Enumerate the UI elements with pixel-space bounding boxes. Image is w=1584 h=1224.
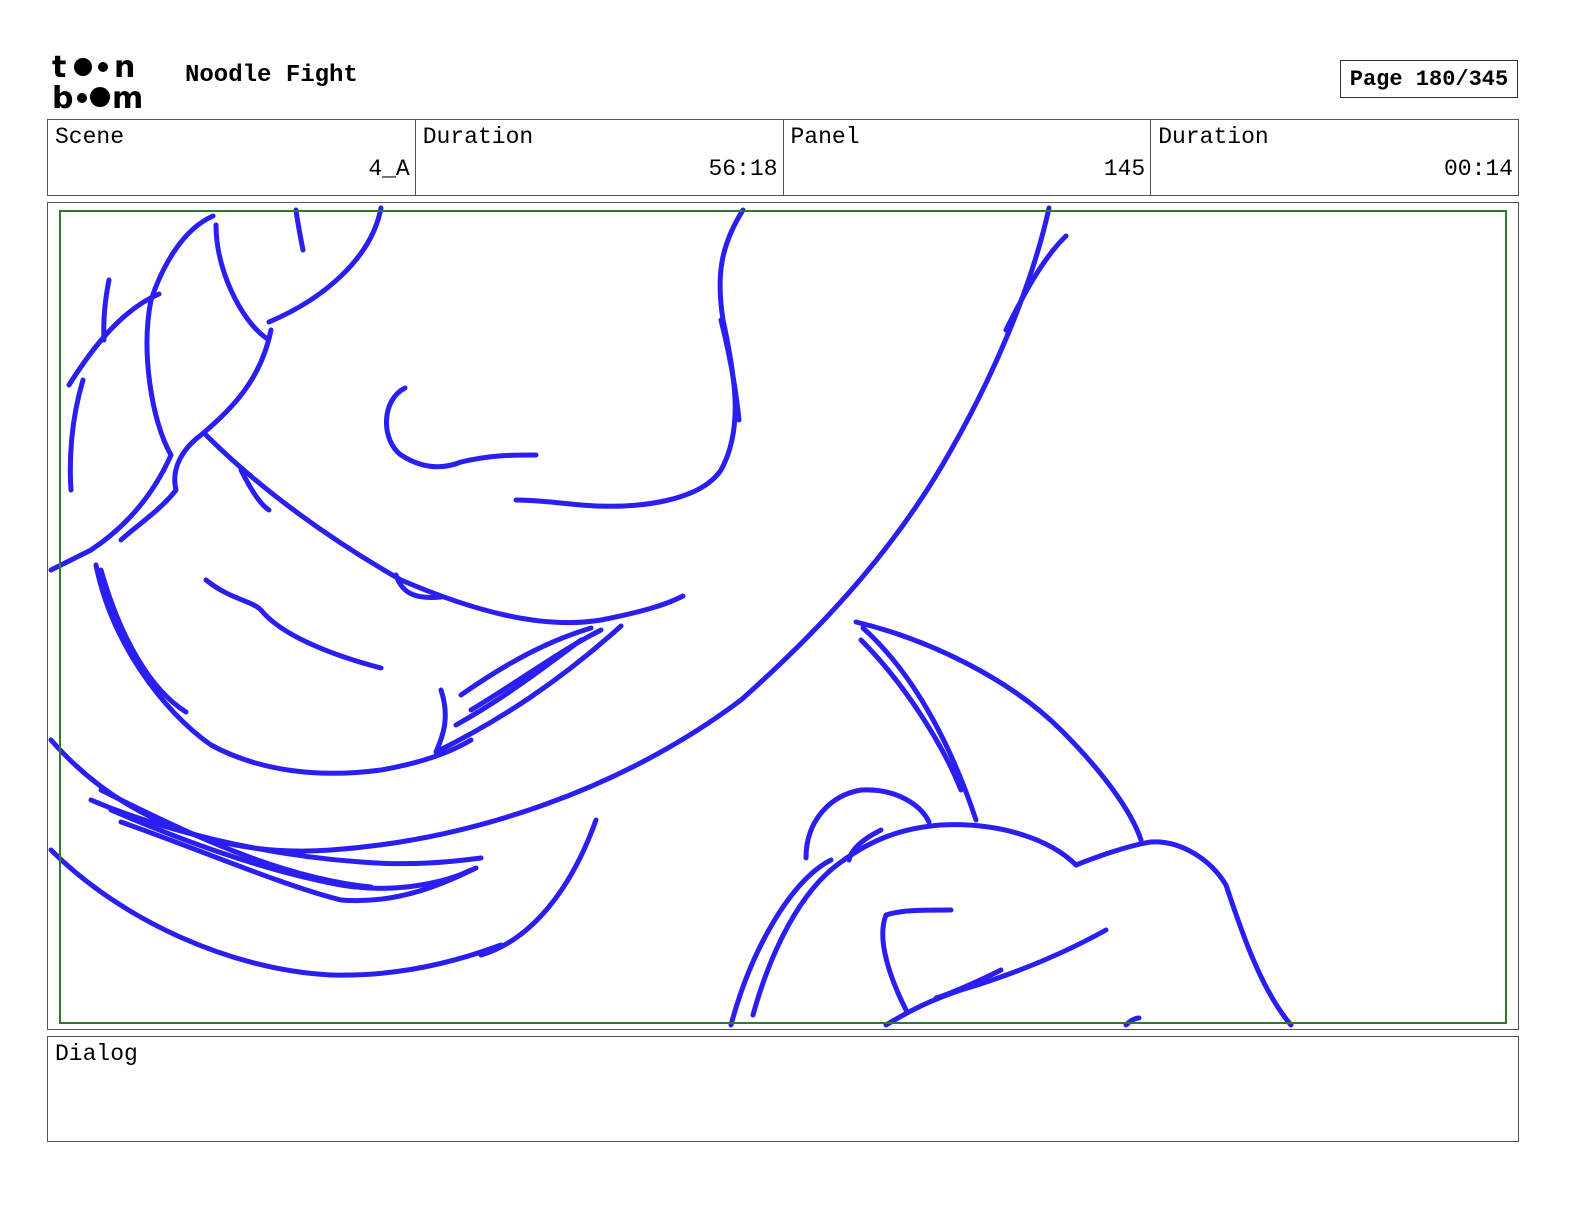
panel-image-frame (47, 202, 1519, 1030)
scene-duration-value: 56:18 (708, 156, 778, 182)
safe-area-guide (59, 210, 1507, 1024)
dialog-box: Dialog (47, 1036, 1519, 1142)
panel-value: 145 (1103, 156, 1146, 182)
panel-info-row: Scene 4_A Duration 56:18 Panel 145 Durat… (47, 119, 1519, 196)
panel-label: Panel (790, 124, 860, 150)
panel-duration-label: Duration (1158, 124, 1269, 150)
scene-duration-label: Duration (422, 124, 534, 150)
toon-boom-logo: t n b m (52, 50, 143, 112)
panel-cell: Panel 145 (784, 120, 1152, 195)
project-title: Noodle Fight (185, 62, 358, 89)
svg-text:m: m (112, 81, 143, 112)
scene-label: Scene (55, 124, 125, 150)
svg-text:b: b (52, 81, 73, 112)
panel-duration-value: 00:14 (1443, 156, 1513, 182)
scene-duration-cell: Duration 56:18 (416, 120, 784, 195)
panel-duration-cell: Duration 00:14 (1151, 120, 1518, 195)
svg-text:n: n (114, 50, 135, 85)
scene-cell: Scene 4_A (48, 120, 416, 195)
dialog-label: Dialog (55, 1041, 138, 1067)
scene-value: 4_A (368, 156, 410, 182)
svg-text:t: t (52, 50, 66, 85)
page-counter: Page 180/345 (1340, 60, 1518, 98)
